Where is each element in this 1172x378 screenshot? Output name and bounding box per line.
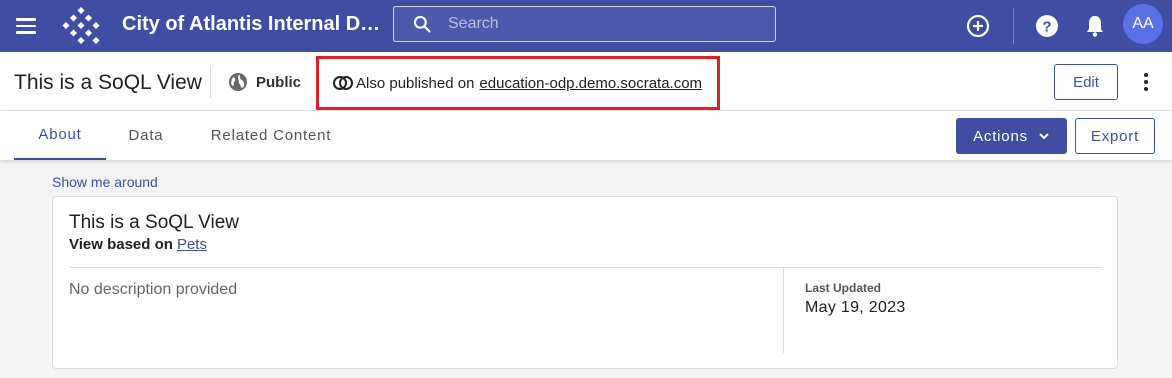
tabs-bar: About Data Related Content Actions Expor… [0,111,1172,160]
based-on: View based on Pets [69,236,207,253]
globe-icon [229,73,247,91]
page-title: This is a SoQL View [14,71,202,94]
help-icon[interactable]: ? [1034,13,1060,39]
description: No description provided [69,281,238,298]
published-notice: Also published on education-odp.demo.soc… [316,56,720,110]
card-column-divider [783,267,784,353]
card-divider [69,267,1102,268]
last-updated-value: May 19, 2023 [805,299,906,316]
tab-data[interactable]: Data [116,111,176,160]
card-title: This is a SoQL View [69,212,240,233]
search-box[interactable] [393,6,776,42]
search-icon [413,15,431,33]
toolbar-divider [1013,8,1014,44]
based-on-prefix: View based on [69,236,173,253]
more-vert-icon[interactable] [1138,70,1154,94]
tab-related-content[interactable]: Related Content [198,111,344,160]
app-title[interactable]: City of Atlantis Internal Data [122,13,384,36]
show-me-around-link[interactable]: Show me around [52,174,158,190]
last-updated-label: Last Updated [805,281,882,295]
actions-label: Actions [973,127,1028,145]
top-app-bar: City of Atlantis Internal Data ? AA [0,0,1172,52]
asset-header: This is a SoQL View Public Also publishe… [0,52,1172,111]
logo-icon[interactable] [62,6,102,46]
menu-icon[interactable] [14,14,38,38]
published-link[interactable]: education-odp.demo.socrata.com [479,75,702,92]
tab-about[interactable]: About [14,111,106,160]
add-circle-icon[interactable] [965,13,991,39]
avatar[interactable]: AA [1123,4,1163,44]
about-card: This is a SoQL View View based on Pets No… [52,196,1118,369]
linked-circles-icon [333,76,353,90]
bell-icon[interactable] [1082,13,1108,39]
published-prefix: Also published on [356,74,475,92]
svg-text:?: ? [1042,19,1051,36]
export-button[interactable]: Export [1075,118,1155,154]
chevron-down-icon [1039,133,1049,140]
edit-button[interactable]: Edit [1054,64,1118,100]
visibility-label: Public [256,73,302,91]
divider [210,66,211,98]
parent-dataset-link[interactable]: Pets [177,236,207,253]
actions-button[interactable]: Actions [956,118,1067,154]
visibility-indicator: Public [228,72,301,92]
search-input[interactable] [448,15,748,33]
